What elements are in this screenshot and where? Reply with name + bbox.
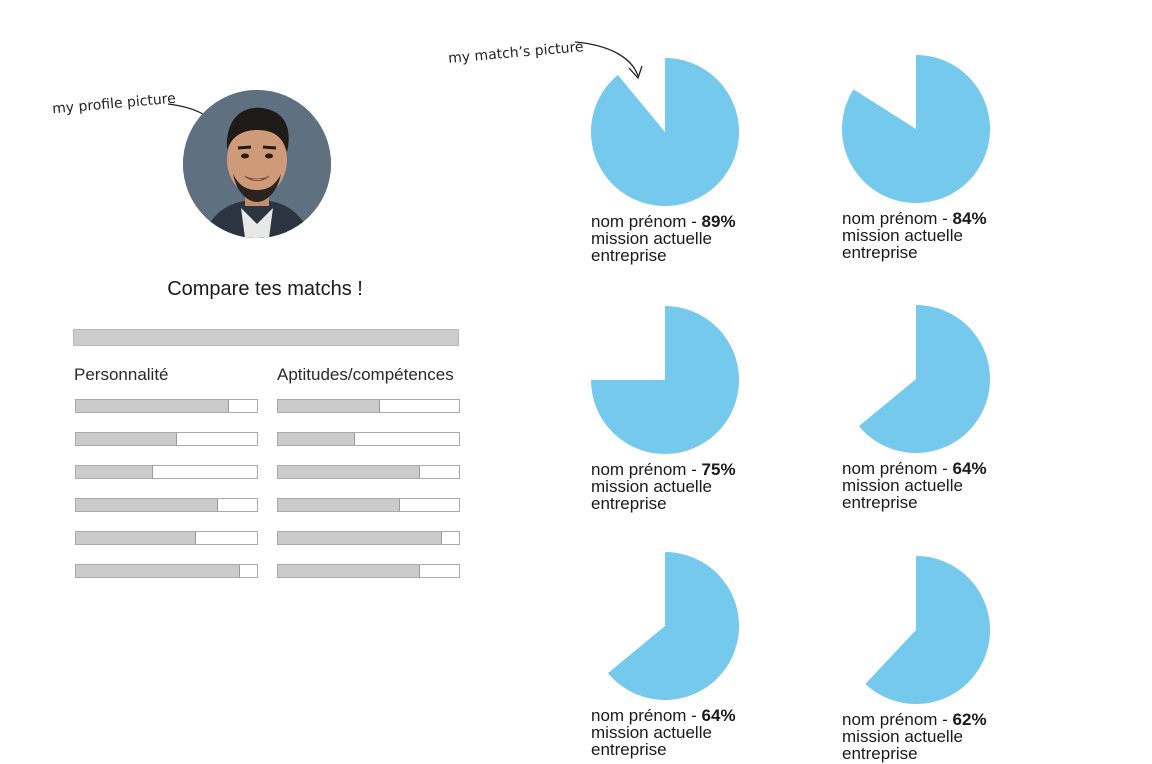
- profile-photo: [183, 90, 331, 238]
- match-card[interactable]: nom prénom - 62% mission actuelle entrepri…: [842, 556, 1042, 762]
- match-company: entreprise: [842, 744, 918, 763]
- skills-bar-fill-3: [278, 466, 421, 478]
- skills-bar-fill-1: [278, 400, 381, 412]
- match-mission: mission actuelle: [842, 226, 963, 245]
- compare-title: Compare tes matchs !: [167, 278, 363, 300]
- match-company: entreprise: [842, 243, 918, 262]
- match-pie[interactable]: [591, 58, 741, 208]
- match-pie[interactable]: [591, 306, 741, 456]
- match-company: entreprise: [591, 246, 667, 265]
- match-pie-slice: [858, 305, 990, 453]
- personality-bar-fill-6: [76, 565, 240, 577]
- match-pie[interactable]: [591, 552, 741, 702]
- match-annotation-arrow: [574, 41, 643, 80]
- match-info: nom prénom - 75% mission actuelle entrepri…: [591, 461, 791, 512]
- match-name-line: nom prénom - 84%: [842, 210, 1042, 227]
- profile-picture-annotation: my profile picture: [51, 90, 177, 118]
- match-card[interactable]: nom prénom - 64% mission actuelle entrepri…: [842, 305, 1042, 511]
- personality-bar-4: [75, 498, 258, 512]
- match-name-line: nom prénom - 75%: [591, 461, 791, 478]
- match-pie[interactable]: [842, 55, 992, 205]
- match-name-line: nom prénom - 89%: [591, 213, 791, 230]
- match-pie[interactable]: [842, 305, 992, 455]
- skills-bar-4: [277, 498, 460, 512]
- skills-bar-2: [277, 432, 460, 446]
- match-company: entreprise: [591, 494, 667, 513]
- personality-bar-fill-4: [76, 499, 219, 511]
- match-company: entreprise: [591, 740, 667, 759]
- personality-bar-2: [75, 432, 258, 446]
- match-pie-slice: [842, 55, 991, 203]
- match-name-line: nom prénom - 62%: [842, 711, 1042, 728]
- match-card[interactable]: nom prénom - 89% mission actuelle entrepri…: [591, 58, 791, 264]
- skills-heading: Aptitudes/compétences: [277, 365, 454, 384]
- skills-bar-6: [277, 564, 460, 578]
- match-name-line: nom prénom - 64%: [591, 707, 791, 724]
- skills-bar-fill-6: [278, 565, 421, 577]
- match-mission: mission actuelle: [591, 229, 712, 248]
- match-info: nom prénom - 89% mission actuelle entrepri…: [591, 213, 791, 264]
- match-pie-slice: [591, 306, 739, 454]
- match-info: nom prénom - 64% mission actuelle entrepri…: [842, 460, 1042, 511]
- skills-bar-1: [277, 399, 460, 413]
- skills-bar-fill-4: [278, 499, 401, 511]
- match-info: nom prénom - 84% mission actuelle entrepri…: [842, 210, 1042, 261]
- match-pie-slice: [607, 552, 739, 700]
- match-info: nom prénom - 62% mission actuelle entrepri…: [842, 711, 1042, 762]
- match-info: nom prénom - 64% mission actuelle entrepri…: [591, 707, 791, 758]
- personality-heading: Personnalité: [74, 365, 169, 384]
- match-pie-slice: [591, 58, 739, 206]
- skills-bar-fill-2: [278, 433, 356, 445]
- match-pie-slice: [865, 556, 991, 704]
- match-mission: mission actuelle: [591, 723, 712, 742]
- skills-bar-fill-5: [278, 532, 442, 544]
- match-mission: mission actuelle: [842, 727, 963, 746]
- skills-bar-3: [277, 465, 460, 479]
- personality-bar-3: [75, 465, 258, 479]
- match-card[interactable]: nom prénom - 75% mission actuelle entrepri…: [591, 306, 791, 512]
- match-company: entreprise: [842, 493, 918, 512]
- personality-bar-fill-5: [76, 532, 197, 544]
- personality-bar-fill-2: [76, 433, 177, 445]
- skills-bar-5: [277, 531, 460, 545]
- match-picture-annotation: my match’s picture: [447, 39, 585, 67]
- personality-bar-6: [75, 564, 258, 578]
- personality-bar-5: [75, 531, 258, 545]
- match-card[interactable]: nom prénom - 84% mission actuelle entrepri…: [842, 55, 1042, 261]
- profile-avatar[interactable]: [183, 90, 331, 238]
- match-pie[interactable]: [842, 556, 992, 706]
- personality-bar-fill-3: [76, 466, 154, 478]
- compare-overall-bar: [73, 329, 459, 346]
- personality-bar-1: [75, 399, 258, 413]
- match-mission: mission actuelle: [591, 477, 712, 496]
- personality-bar-fill-1: [76, 400, 230, 412]
- match-name-line: nom prénom - 64%: [842, 460, 1042, 477]
- match-card[interactable]: nom prénom - 64% mission actuelle entrepri…: [591, 552, 791, 758]
- match-mission: mission actuelle: [842, 476, 963, 495]
